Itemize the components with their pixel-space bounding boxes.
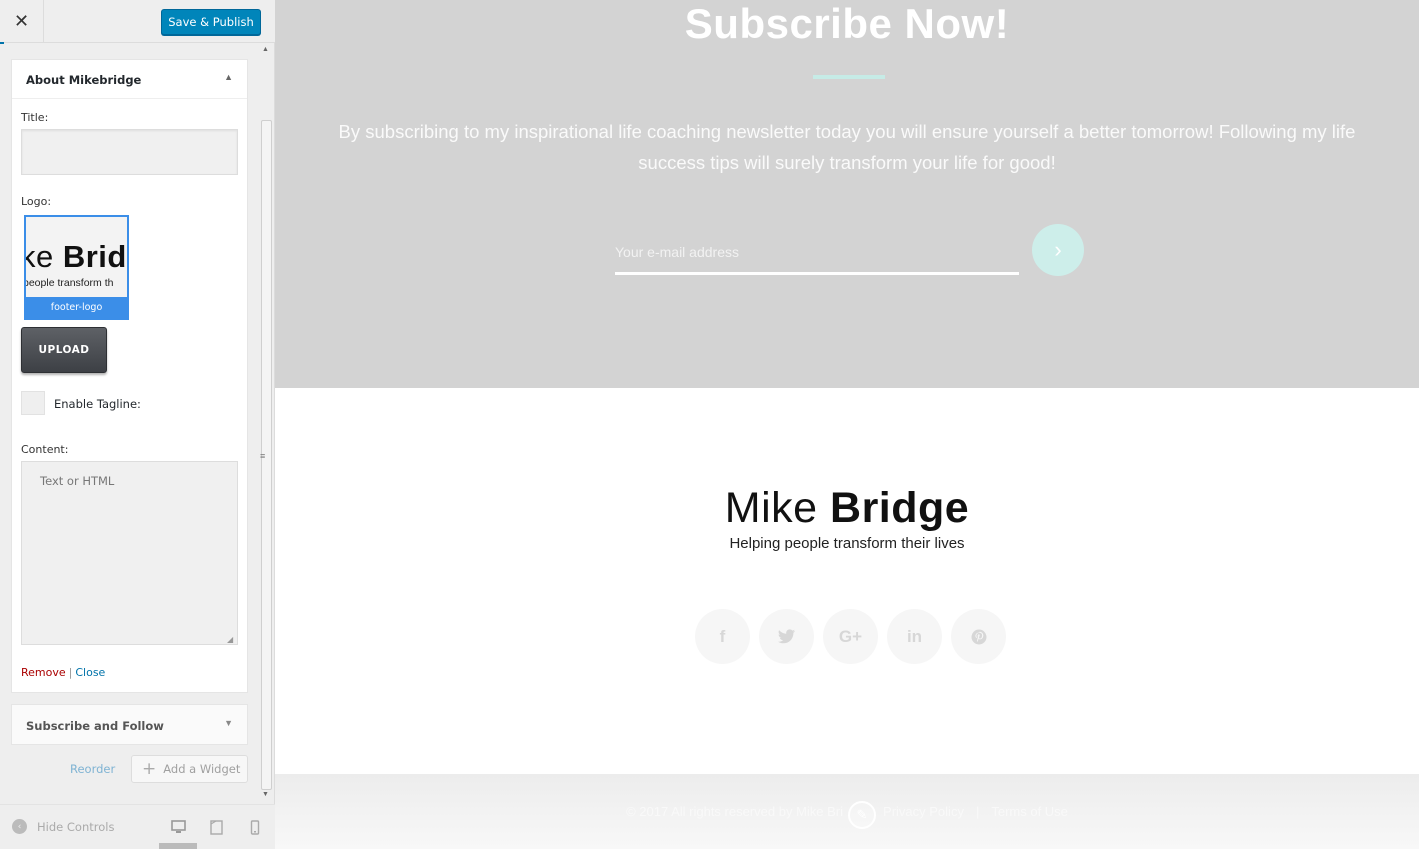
content-textarea[interactable] <box>21 461 238 645</box>
widget-header[interactable]: About Mikebridge ▲ <box>12 60 247 99</box>
subscribe-section: Subscribe Now! By subscribing to my insp… <box>275 0 1419 388</box>
close-widget-link[interactable]: Close <box>75 666 105 679</box>
twitter-icon[interactable] <box>759 609 814 664</box>
subscribe-submit-button[interactable]: › <box>1032 224 1084 276</box>
logo-field-label: Logo: <box>21 195 52 208</box>
collapse-icon: ‹ <box>12 819 27 834</box>
brand-tagline: Helping people transform their lives <box>729 535 965 552</box>
facebook-icon[interactable]: f <box>695 609 750 664</box>
copyright-text: © 2017 All rights reserved by Mike Bri <box>626 804 844 819</box>
scroll-down-icon[interactable]: ▼ <box>262 791 269 798</box>
site-footer: © 2017 All rights reserved by Mike Bri Pr… <box>275 774 1419 849</box>
sidebar-header: ✕ Save & Publish <box>0 0 275 44</box>
heading-divider <box>813 75 885 79</box>
site-preview: Subscribe Now! By subscribing to my insp… <box>275 0 1419 849</box>
footer-text: © 2017 All rights reserved by Mike Bri Pr… <box>275 804 1419 819</box>
widget-actions: Remove | Close <box>21 666 105 679</box>
linkedin-icon[interactable]: in <box>887 609 942 664</box>
logo-thumbnail[interactable]: ke Brid people transform th footer-logo <box>24 215 129 320</box>
close-customizer-button[interactable]: ✕ <box>0 0 44 44</box>
about-widget-panel: About Mikebridge ▲ Title: Logo: ke Brid … <box>11 59 248 693</box>
subscribe-follow-widget[interactable]: Subscribe and Follow ▼ <box>11 704 248 745</box>
subscribe-description: By subscribing to my inspirational life … <box>338 121 1356 173</box>
upload-button[interactable]: UPLOAD <box>21 327 107 373</box>
hide-controls-button[interactable]: ‹ Hide Controls <box>12 819 114 834</box>
logo-tagline: people transform th <box>26 277 114 289</box>
save-publish-button[interactable]: Save & Publish <box>161 9 261 35</box>
remove-widget-link[interactable]: Remove <box>21 666 66 679</box>
terms-link[interactable]: Terms of Use <box>991 804 1068 819</box>
title-field-label: Title: <box>21 111 49 124</box>
scroll-up-icon[interactable]: ▲ <box>262 46 269 53</box>
scrollbar-grip-icon: ≡ <box>260 451 266 461</box>
edit-shortcut-button[interactable]: ✎ <box>848 801 876 829</box>
brand-logo: Mike Bridge <box>724 484 970 532</box>
subscribe-heading: Subscribe Now! <box>684 0 1010 47</box>
social-links: f G+ in <box>695 609 1006 664</box>
chevron-right-icon: › <box>1054 237 1062 262</box>
pencil-icon: ✎ <box>856 807 868 822</box>
sidebar-footer: ‹ Hide Controls <box>0 804 275 849</box>
add-widget-button[interactable]: + Add a Widget <box>131 755 248 783</box>
add-widget-label: Add a Widget <box>163 762 241 776</box>
expand-arrow-icon[interactable]: ▼ <box>224 718 233 728</box>
active-device-indicator <box>159 843 197 849</box>
email-input[interactable] <box>615 231 1019 275</box>
privacy-link[interactable]: Privacy Policy <box>883 804 964 819</box>
widget-title: About Mikebridge <box>26 73 142 87</box>
content-field-label: Content: <box>21 443 69 456</box>
tablet-preview-icon[interactable] <box>208 819 224 835</box>
hide-controls-label: Hide Controls <box>37 819 115 834</box>
logo-filename: footer-logo <box>26 297 127 318</box>
title-input[interactable] <box>21 129 238 175</box>
plus-icon: + <box>142 758 157 779</box>
footer-brand: Mike Bridge Helping people transform the… <box>275 484 1419 552</box>
resize-handle-icon[interactable]: ◢ <box>227 635 233 644</box>
enable-tagline-checkbox[interactable] <box>21 391 45 415</box>
enable-tagline-label: Enable Tagline: <box>54 397 141 411</box>
logo-wordmark: ke Brid <box>26 239 127 274</box>
close-icon: ✕ <box>13 11 30 31</box>
google-plus-icon[interactable]: G+ <box>823 609 878 664</box>
footer-divider: | <box>975 804 980 819</box>
customizer-sidebar: ✕ Save & Publish ▲ ≡ ▼ About Mikebridge … <box>0 0 275 849</box>
reorder-link[interactable]: Reorder <box>70 762 115 776</box>
widget-title: Subscribe and Follow <box>26 719 164 733</box>
mobile-preview-icon[interactable] <box>247 819 263 835</box>
sidebar-scrollbar[interactable]: ▲ ≡ ▼ <box>259 46 273 802</box>
logo-image: ke Brid people transform th <box>26 217 127 297</box>
collapse-arrow-icon[interactable]: ▲ <box>224 72 233 82</box>
action-separator: | <box>68 666 73 679</box>
desktop-preview-icon[interactable] <box>170 819 186 835</box>
pinterest-icon[interactable] <box>951 609 1006 664</box>
